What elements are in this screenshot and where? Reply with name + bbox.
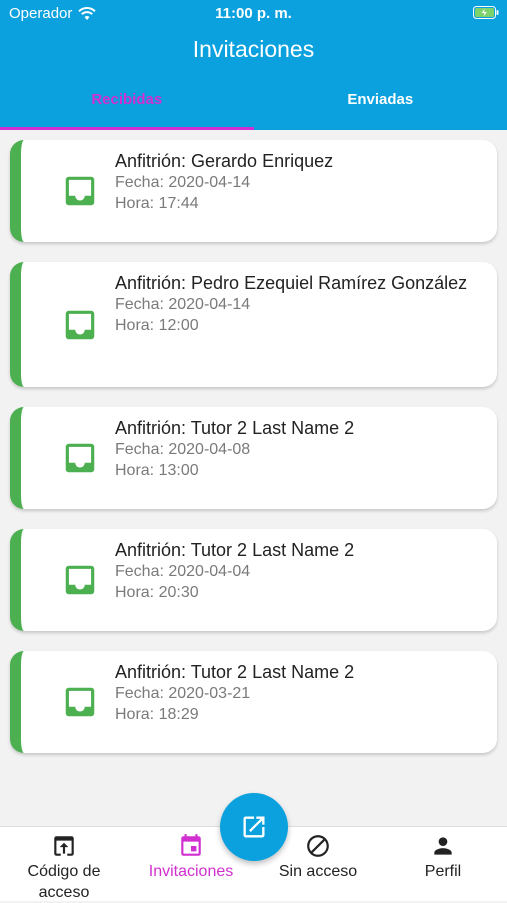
nav-label: Sin acceso [279,863,357,880]
upload-box-icon [51,833,77,859]
inbox-icon [61,683,99,721]
tab-recibidas[interactable]: Recibidas [0,86,254,130]
invitation-card[interactable]: Anfitrión: Tutor 2 Last Name 2 Fecha: 20… [10,407,497,509]
open-in-new-icon [240,813,268,841]
new-invitation-button[interactable] [220,793,288,861]
status-time: 11:00 p. m. [0,5,507,22]
nav-perfil[interactable]: Perfil [393,833,493,882]
invitation-card[interactable]: Anfitrión: Pedro Ezequiel Ramírez Gonzál… [10,262,497,387]
invitation-card[interactable]: Anfitrión: Tutor 2 Last Name 2 Fecha: 20… [10,651,497,753]
host-name: Anfitrión: Tutor 2 Last Name 2 [115,417,485,439]
battery-charging-icon [473,6,499,19]
host-name: Anfitrión: Gerardo Enriquez [115,150,485,172]
invitation-time: Hora: 12:00 [115,315,485,336]
block-icon [305,833,331,859]
nav-codigo-de-acceso[interactable]: Código de acceso [14,833,114,903]
invitation-list: Anfitrión: Gerardo Enriquez Fecha: 2020-… [10,140,497,773]
inbox-icon [61,561,99,599]
invitation-time: Hora: 13:00 [115,460,485,481]
page-title: Invitaciones [0,36,507,63]
tab-bar: Recibidas Enviadas [0,86,507,130]
host-name: Anfitrión: Tutor 2 Last Name 2 [115,661,485,683]
host-name: Anfitrión: Pedro Ezequiel Ramírez Gonzál… [115,272,485,294]
invitation-date: Fecha: 2020-04-14 [115,294,485,315]
invitation-date: Fecha: 2020-03-21 [115,683,485,704]
invitation-time: Hora: 20:30 [115,582,485,603]
inbox-icon [61,306,99,344]
inbox-icon [61,439,99,477]
inbox-icon [61,172,99,210]
invitation-time: Hora: 18:29 [115,704,485,725]
nav-label: Perfil [425,863,461,880]
invitation-date: Fecha: 2020-04-14 [115,172,485,193]
nav-label: Código de acceso [28,863,101,901]
host-name: Anfitrión: Tutor 2 Last Name 2 [115,539,485,561]
app-bar: Operador 11:00 p. m. Invitaciones Recibi… [0,0,507,130]
person-icon [430,833,456,859]
nav-label: Invitaciones [149,863,234,880]
status-bar: Operador 11:00 p. m. [0,0,507,28]
invitation-card[interactable]: Anfitrión: Tutor 2 Last Name 2 Fecha: 20… [10,529,497,631]
invitation-time: Hora: 17:44 [115,193,485,214]
invitation-card[interactable]: Anfitrión: Gerardo Enriquez Fecha: 2020-… [10,140,497,242]
tab-enviadas[interactable]: Enviadas [254,86,507,130]
calendar-icon [178,833,204,859]
invitation-date: Fecha: 2020-04-04 [115,561,485,582]
invitation-date: Fecha: 2020-04-08 [115,439,485,460]
